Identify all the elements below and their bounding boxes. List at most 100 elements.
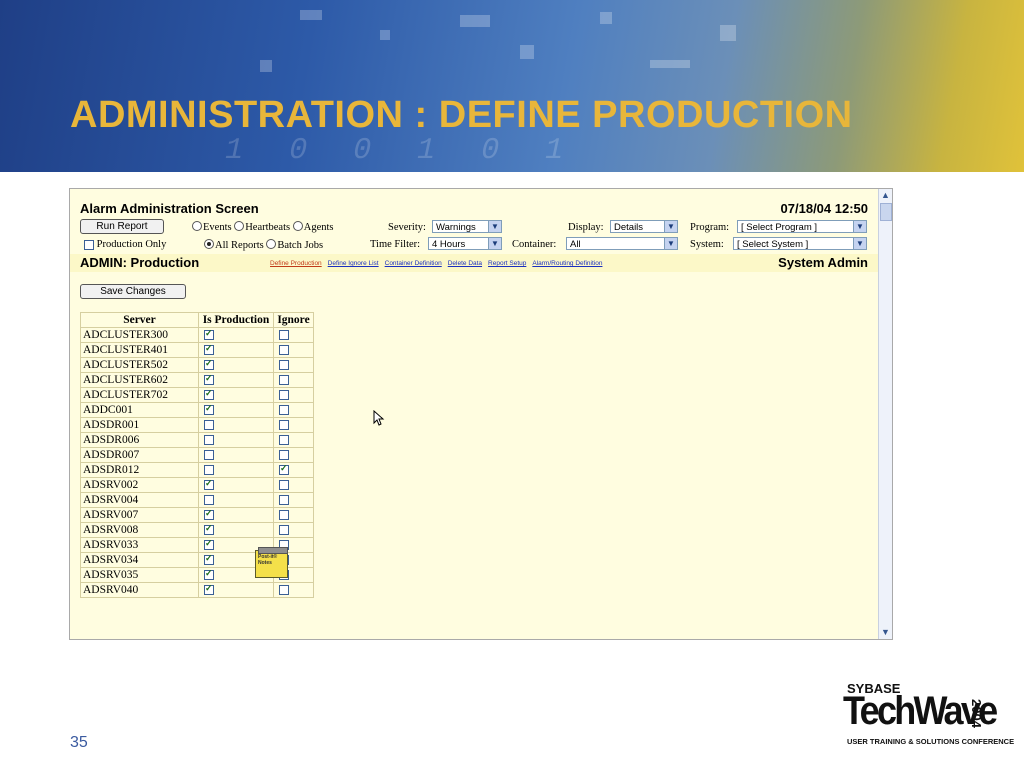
table-row: ADSRV040: [80, 582, 314, 598]
is-production-checkbox[interactable]: [204, 465, 214, 476]
table-row: ADSRV008: [80, 522, 314, 538]
table-row: ADDC001: [80, 402, 314, 418]
server-name-cell: ADSDR006: [80, 432, 199, 448]
save-changes-button[interactable]: Save Changes: [80, 284, 186, 299]
vertical-scrollbar[interactable]: ▲ ▼: [878, 189, 892, 639]
admin-title: ADMIN: Production: [80, 255, 200, 270]
is-production-cell: [198, 402, 274, 418]
table-row: ADSRV004: [80, 492, 314, 508]
report-setup-link[interactable]: Report Setup: [488, 260, 526, 267]
ignore-cell: [273, 462, 314, 478]
chevron-down-icon: ▼: [664, 221, 677, 232]
ignore-checkbox[interactable]: [279, 360, 289, 371]
run-report-button[interactable]: Run Report: [80, 219, 164, 234]
system-label: System:: [690, 239, 724, 250]
display-select[interactable]: Details ▼: [610, 220, 678, 233]
scroll-down-icon[interactable]: ▼: [879, 626, 892, 639]
ignore-checkbox[interactable]: [279, 450, 289, 461]
system-value: [ Select System ]: [737, 239, 809, 250]
post-it-notes-icon[interactable]: Post-it® Notes: [255, 547, 288, 578]
is-production-checkbox[interactable]: [204, 328, 214, 341]
ignore-checkbox[interactable]: [279, 480, 289, 491]
is-production-checkbox[interactable]: [204, 435, 214, 446]
is-production-checkbox[interactable]: [204, 373, 214, 386]
time-filter-select[interactable]: 4 Hours ▼: [428, 237, 502, 250]
is-production-cell: [198, 327, 274, 343]
is-production-checkbox[interactable]: [204, 343, 214, 356]
is-production-checkbox[interactable]: [204, 495, 214, 506]
ignore-checkbox[interactable]: [279, 435, 289, 446]
program-select[interactable]: [ Select Program ] ▼: [737, 220, 867, 233]
ignore-checkbox[interactable]: [279, 330, 289, 341]
table-row: ADSDR007: [80, 447, 314, 463]
batch-jobs-label: Batch Jobs: [277, 240, 324, 251]
is-production-checkbox[interactable]: [204, 523, 214, 536]
ignore-cell: [273, 447, 314, 463]
scroll-up-icon[interactable]: ▲: [879, 189, 892, 202]
ignore-checkbox[interactable]: [279, 495, 289, 506]
slide-title: ADMINISTRATION : DEFINE PRODUCTION: [70, 94, 853, 136]
is-production-checkbox[interactable]: [204, 478, 214, 491]
is-production-checkbox[interactable]: [204, 568, 214, 581]
table-row: ADSRV002: [80, 477, 314, 493]
is-production-checkbox[interactable]: [204, 508, 214, 521]
is-production-checkbox[interactable]: [204, 583, 214, 596]
ignore-cell: [273, 342, 314, 358]
logo-tagline: USER TRAINING & SOLUTIONS CONFERENCE: [847, 737, 1015, 746]
server-name-cell: ADCLUSTER401: [80, 342, 199, 358]
ignore-checkbox[interactable]: [279, 375, 289, 386]
server-name-cell: ADSDR007: [80, 447, 199, 463]
server-name-cell: ADSRV008: [80, 522, 199, 538]
all-reports-radio[interactable]: [204, 239, 214, 249]
ignore-cell: [273, 492, 314, 508]
agents-label: Agents: [303, 222, 334, 233]
is-production-checkbox[interactable]: [204, 403, 214, 416]
table-row: ADCLUSTER502: [80, 357, 314, 373]
define-ignore-list-link[interactable]: Define Ignore List: [328, 260, 379, 267]
admin-nav-links: Define Production Define Ignore List Conta…: [270, 260, 608, 267]
is-production-cell: [198, 342, 274, 358]
heartbeats-radio[interactable]: [234, 221, 245, 231]
events-radio[interactable]: [192, 221, 202, 231]
severity-select[interactable]: Warnings ▼: [432, 220, 502, 233]
batch-jobs-radio[interactable]: [266, 239, 277, 249]
is-production-checkbox[interactable]: [204, 553, 214, 566]
production-only-checkbox[interactable]: [84, 239, 94, 250]
ignore-checkbox[interactable]: [279, 463, 289, 476]
display-value: Details: [614, 222, 644, 233]
ignore-checkbox[interactable]: [279, 510, 289, 521]
is-production-checkbox[interactable]: [204, 358, 214, 371]
ignore-checkbox[interactable]: [279, 420, 289, 431]
is-production-checkbox[interactable]: [204, 538, 214, 551]
container-definition-link[interactable]: Container Definition: [385, 260, 442, 267]
is-production-cell: [198, 492, 274, 508]
alarm-routing-definition-link[interactable]: Alarm/Routing Definition: [532, 260, 602, 267]
mouse-pointer-icon: [373, 410, 385, 426]
system-select[interactable]: [ Select System ] ▼: [733, 237, 867, 250]
is-production-checkbox[interactable]: [204, 450, 214, 461]
is-production-cell: [198, 462, 274, 478]
table-row: ADSDR006: [80, 432, 314, 448]
agents-radio[interactable]: [292, 221, 303, 231]
ignore-checkbox[interactable]: [279, 585, 289, 596]
ignore-checkbox[interactable]: [279, 390, 289, 401]
ignore-checkbox[interactable]: [279, 345, 289, 356]
is-production-cell: [198, 432, 274, 448]
display-label: Display:: [568, 222, 604, 233]
techwave-logo: SYBASE TechWave 2004 USER TRAINING & SOL…: [843, 681, 1014, 751]
page-number: 35: [70, 734, 88, 751]
ignore-checkbox[interactable]: [279, 405, 289, 416]
is-production-checkbox[interactable]: [204, 388, 214, 401]
is-production-cell: [198, 522, 274, 538]
delete-data-link[interactable]: Delete Data: [448, 260, 482, 267]
container-label: Container:: [512, 239, 557, 250]
events-label: Events: [203, 222, 232, 233]
table-row: ADCLUSTER702: [80, 387, 314, 403]
is-production-cell: [198, 357, 274, 373]
is-production-checkbox[interactable]: [204, 420, 214, 431]
container-select[interactable]: All ▼: [566, 237, 678, 250]
scroll-thumb[interactable]: [880, 203, 892, 221]
define-production-link[interactable]: Define Production: [270, 260, 322, 267]
ignore-checkbox[interactable]: [279, 525, 289, 536]
production-only-toggle[interactable]: Production Only: [84, 239, 166, 250]
